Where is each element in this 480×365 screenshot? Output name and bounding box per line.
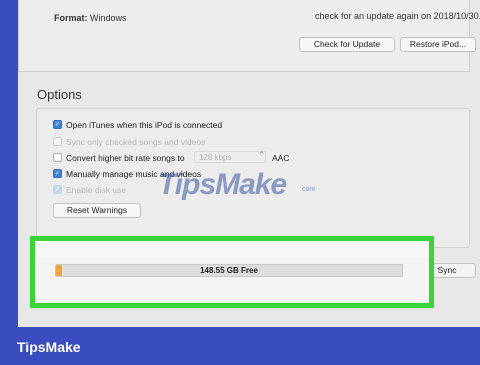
brand-label: TipsMake bbox=[17, 339, 81, 355]
checkbox-checked-icon[interactable]: ✓ bbox=[53, 169, 62, 179]
format-row: Format: Windows bbox=[54, 13, 127, 23]
options-heading: Options bbox=[37, 87, 82, 102]
frame-top-band bbox=[35, 241, 429, 257]
storage-capacity-bar: 148.55 GB Free bbox=[55, 264, 403, 277]
option-open-itunes[interactable]: ✓ Open iTunes when this iPod is connected bbox=[53, 120, 222, 130]
reset-warnings-button[interactable]: Reset Warnings bbox=[53, 203, 141, 218]
checkbox-disabled-checked-icon: ✓ bbox=[53, 185, 62, 195]
chevron-updown-icon: ⌃ bbox=[258, 150, 266, 160]
summary-panel: Format: Windows check for an update agai… bbox=[18, 0, 480, 72]
highlight-frame: 148.55 GB Free bbox=[30, 236, 434, 308]
option-label: Sync only checked songs and videos bbox=[66, 137, 206, 147]
option-sync-checked: Sync only checked songs and videos bbox=[53, 137, 205, 147]
checkbox-disabled-icon bbox=[53, 137, 62, 147]
checkbox-checked-icon[interactable]: ✓ bbox=[53, 120, 62, 130]
watermark-logo: TipsMake bbox=[158, 168, 287, 201]
option-enable-disk-use: ✓ Enable disk use bbox=[53, 185, 126, 195]
option-label: Convert higher bit rate songs to bbox=[66, 153, 185, 163]
format-label: Format: bbox=[54, 13, 88, 23]
bitrate-select[interactable]: 128 kbps bbox=[194, 151, 266, 163]
update-info-text: check for an update again on 2018/10/30. bbox=[315, 11, 480, 21]
watermark-suffix: .com bbox=[300, 186, 316, 193]
restore-ipod-button[interactable]: Restore iPod... bbox=[400, 37, 476, 52]
format-value: Windows bbox=[90, 13, 127, 23]
format-aac-label: AAC bbox=[272, 153, 290, 163]
option-convert-bitrate[interactable]: Convert higher bit rate songs to bbox=[53, 153, 185, 163]
option-label: Open iTunes when this iPod is connected bbox=[66, 120, 223, 130]
checkbox-unchecked-icon[interactable] bbox=[53, 153, 62, 163]
check-for-update-button[interactable]: Check for Update bbox=[299, 37, 395, 52]
storage-free-label: 148.55 GB Free bbox=[200, 266, 258, 275]
option-label: Enable disk use bbox=[66, 185, 127, 195]
